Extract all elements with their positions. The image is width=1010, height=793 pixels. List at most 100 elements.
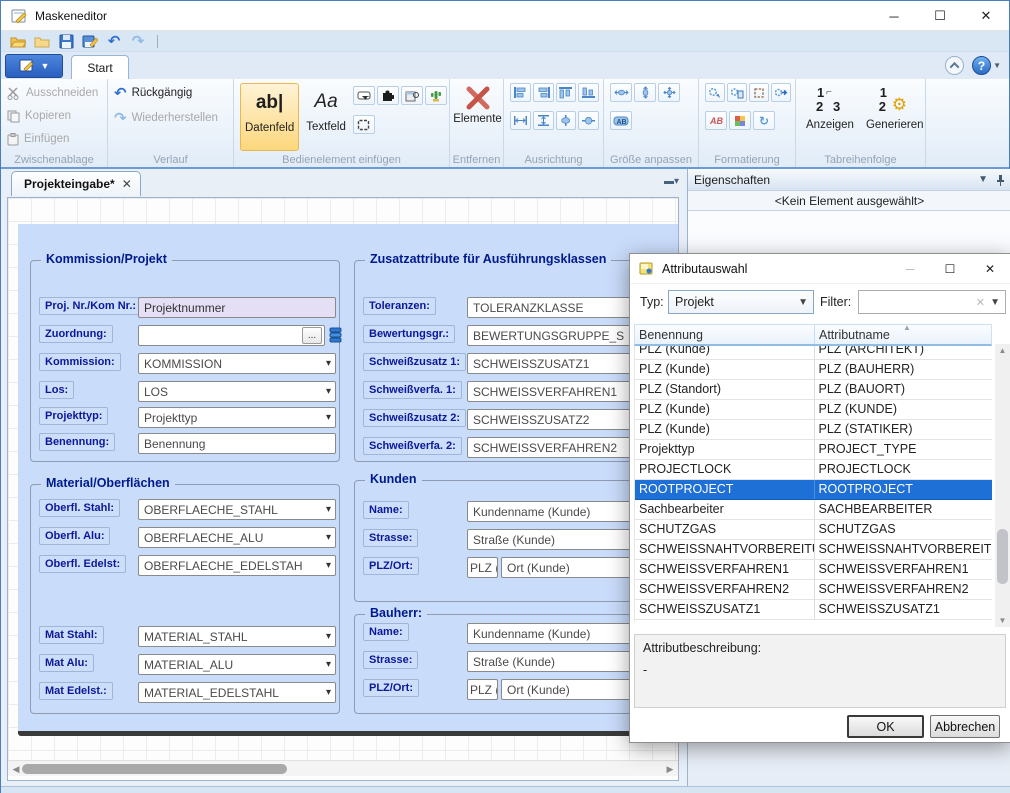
horizontal-scrollbar[interactable]: ◀ ▶ bbox=[8, 760, 678, 776]
color-format-button[interactable] bbox=[729, 111, 751, 130]
browse-button[interactable]: ... bbox=[302, 327, 322, 344]
open-folder-icon[interactable] bbox=[9, 33, 27, 50]
material-alu-combo[interactable]: MATERIAL_ALU bbox=[138, 654, 336, 675]
groupbox-kunden[interactable]: Kunden Name: Kundenname (Kunde) Strasse:… bbox=[354, 480, 644, 602]
undo-button[interactable]: ↶ Rückgängig bbox=[114, 83, 229, 103]
groupbox-kommission-projekt[interactable]: Kommission/Projekt Proj. Nr./Kom Nr.: Pr… bbox=[30, 260, 340, 462]
space-vertical-button[interactable] bbox=[533, 111, 554, 130]
groupbox-zusatzattribute[interactable]: Zusatzattribute für Ausführungsklassen T… bbox=[354, 260, 644, 462]
paste-button[interactable]: Einfügen bbox=[7, 129, 103, 149]
zuordnung-field[interactable] bbox=[138, 325, 325, 346]
scrollbar-thumb[interactable] bbox=[22, 764, 287, 774]
align-bottom-button[interactable] bbox=[578, 83, 599, 102]
table-row[interactable]: SachbearbeiterSACHBEARBEITER bbox=[635, 500, 992, 520]
tab-projekteingabe[interactable]: Projekteingabe* ✕ bbox=[11, 171, 141, 196]
table-row[interactable]: PLZ (Kunde)PLZ (STATIKER) bbox=[635, 420, 992, 440]
table-row[interactable]: PLZ (Kunde)PLZ (KUNDE) bbox=[635, 400, 992, 420]
image-control-button[interactable] bbox=[425, 86, 447, 105]
table-row[interactable]: SCHWEISSVERFAHREN2SCHWEISSVERFAHREN2 bbox=[635, 580, 992, 600]
frame-control-button[interactable] bbox=[353, 115, 375, 134]
close-icon[interactable]: ✕ bbox=[970, 254, 1010, 284]
schweisszusatz1-field[interactable]: SCHWEISSZUSATZ1 bbox=[467, 353, 637, 374]
table-row-selected[interactable]: ROOTPROJECTROOTPROJECT bbox=[635, 480, 992, 500]
table-row[interactable]: ProjekttypPROJECT_TYPE bbox=[635, 440, 992, 460]
los-combo[interactable]: LOS bbox=[138, 381, 336, 402]
form-panel[interactable]: Kommission/Projekt Proj. Nr./Kom Nr.: Pr… bbox=[18, 224, 678, 736]
copy-format-button[interactable] bbox=[705, 83, 725, 102]
kommission-combo[interactable]: KOMMISSION bbox=[138, 353, 336, 374]
schweissverfahren1-field[interactable]: SCHWEISSVERFAHREN1 bbox=[467, 381, 637, 402]
column-header-benennung[interactable]: Benennung bbox=[635, 325, 815, 344]
maximize-icon[interactable]: ☐ bbox=[930, 254, 970, 284]
copy-button[interactable]: Kopieren bbox=[7, 106, 103, 126]
size-to-content-button[interactable]: AB bbox=[610, 111, 632, 130]
close-icon[interactable]: ✕ bbox=[963, 1, 1009, 31]
database-icon[interactable] bbox=[329, 327, 342, 346]
clear-format-button[interactable] bbox=[749, 83, 769, 102]
new-folder-icon[interactable] bbox=[33, 33, 51, 50]
design-grid[interactable]: Kommission/Projekt Proj. Nr./Kom Nr.: Pr… bbox=[8, 198, 678, 760]
font-format-button[interactable]: AB bbox=[705, 111, 727, 130]
bauherr-strasse-field[interactable]: Straße (Kunde) bbox=[467, 651, 633, 672]
plugin-control-button[interactable] bbox=[377, 86, 399, 105]
same-height-button[interactable] bbox=[634, 83, 656, 102]
same-width-button[interactable] bbox=[610, 83, 632, 102]
typ-combo[interactable]: Projekt ▼ bbox=[668, 290, 814, 314]
schweissverfahren2-field[interactable]: SCHWEISSVERFAHREN2 bbox=[467, 437, 637, 458]
tab-list-icon[interactable]: ▬▾ bbox=[664, 176, 679, 187]
scroll-down-icon[interactable]: ▼ bbox=[995, 614, 1010, 627]
pin-icon[interactable] bbox=[996, 174, 1005, 186]
table-row[interactable]: SCHWEISSZUSATZ1SCHWEISSZUSATZ1 bbox=[635, 600, 992, 620]
groupbox-material-oberflaechen[interactable]: Material/Oberflächen Oberfl. Stahl: OBER… bbox=[30, 484, 340, 714]
toleranzen-field[interactable]: TOLERANZKLASSE bbox=[467, 297, 637, 318]
textfield-button[interactable]: Aa Textfeld bbox=[302, 83, 350, 151]
groupbox-bauherr[interactable]: Bauherr: Name: Kundenname (Kunde) Strass… bbox=[354, 614, 644, 714]
kunde-plz-field[interactable]: PLZ (K bbox=[467, 557, 498, 578]
align-left-button[interactable] bbox=[510, 83, 531, 102]
projektnummer-field[interactable]: Projektnummer bbox=[138, 297, 336, 318]
kunde-name-field[interactable]: Kundenname (Kunde) bbox=[467, 501, 633, 522]
same-size-button[interactable] bbox=[658, 83, 680, 102]
bauherr-ort-field[interactable]: Ort (Kunde) bbox=[501, 679, 633, 700]
scroll-left-icon[interactable]: ◀ bbox=[10, 763, 22, 775]
taborder-generate-button[interactable]: 1 2 ⚙ Generieren bbox=[862, 83, 928, 151]
table-row[interactable]: PROJECTLOCKPROJECTLOCK bbox=[635, 460, 992, 480]
table-row[interactable]: PLZ (Kunde)PLZ (ARCHITEKT) bbox=[635, 346, 992, 360]
paste-format-button[interactable] bbox=[727, 83, 747, 102]
cut-button[interactable]: Ausschneiden bbox=[7, 83, 103, 103]
kunde-strasse-field[interactable]: Straße (Kunde) bbox=[467, 529, 633, 550]
cancel-button[interactable]: Abbrechen bbox=[930, 715, 1000, 738]
ok-button[interactable]: OK bbox=[847, 715, 924, 738]
oberflaeche-stahl-combo[interactable]: OBERFLAECHE_STAHL bbox=[138, 499, 336, 520]
scroll-up-icon[interactable]: ▲ bbox=[995, 344, 1010, 357]
minimize-icon[interactable]: ─ bbox=[871, 1, 917, 31]
oberflaeche-edelstahl-combo[interactable]: OBERFLAECHE_EDELSTAH bbox=[138, 555, 336, 576]
table-row[interactable]: PLZ (Standort)PLZ (BAUORT) bbox=[635, 380, 992, 400]
maximize-icon[interactable]: ☐ bbox=[917, 1, 963, 31]
projekttyp-combo[interactable]: Projekttyp bbox=[138, 407, 336, 428]
help-button[interactable]: ? bbox=[972, 56, 991, 75]
chevron-down-icon[interactable]: ▼ bbox=[978, 174, 988, 185]
vertical-scrollbar[interactable]: ▲ ▼ bbox=[995, 344, 1010, 627]
scrollbar-thumb[interactable] bbox=[997, 529, 1008, 584]
align-top-button[interactable] bbox=[556, 83, 577, 102]
redo-button[interactable]: ↷ Wiederherstellen bbox=[114, 108, 229, 128]
table-row[interactable]: PLZ (Kunde)PLZ (BAUHERR) bbox=[635, 360, 992, 380]
combobox-control-button[interactable] bbox=[353, 86, 375, 105]
properties-header[interactable]: Eigenschaften ▼ bbox=[688, 169, 1010, 191]
kunde-ort-field[interactable]: Ort (Kunde) bbox=[501, 557, 633, 578]
space-horizontal-button[interactable] bbox=[510, 111, 531, 130]
collapse-ribbon-button[interactable] bbox=[945, 56, 964, 75]
center-horizontal-button[interactable] bbox=[556, 111, 577, 130]
undo-icon[interactable]: ↶ bbox=[105, 33, 123, 50]
center-vertical-button[interactable] bbox=[578, 111, 599, 130]
form-lookup-button[interactable] bbox=[401, 86, 423, 105]
column-header-attributname[interactable]: ▲ Attributname bbox=[815, 325, 991, 344]
reset-format-button[interactable]: ↻ bbox=[753, 111, 775, 130]
app-menu-button[interactable]: ▼ bbox=[5, 54, 63, 78]
save-as-icon[interactable] bbox=[81, 33, 99, 50]
material-stahl-combo[interactable]: MATERIAL_STAHL bbox=[138, 626, 336, 647]
save-icon[interactable] bbox=[57, 33, 75, 50]
tab-start[interactable]: Start bbox=[71, 55, 129, 79]
bauherr-plz-field[interactable]: PLZ (K bbox=[467, 679, 498, 700]
